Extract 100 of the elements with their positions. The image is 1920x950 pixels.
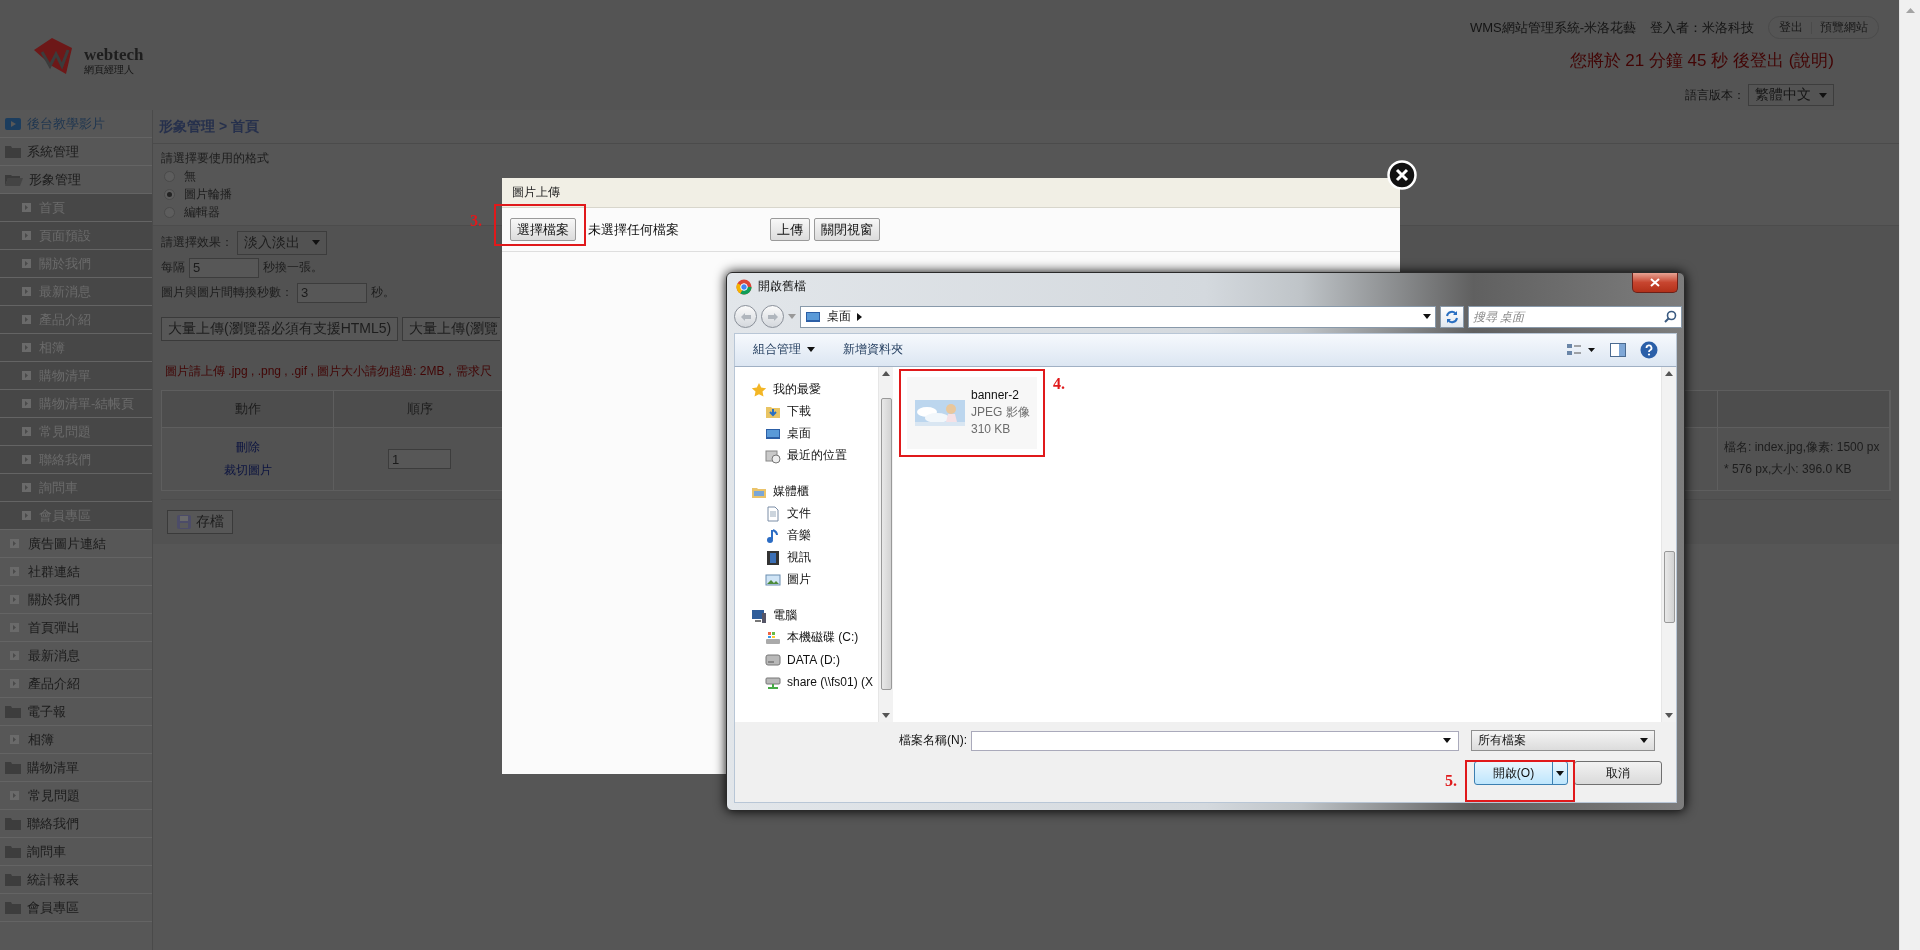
floppy-icon [176, 514, 192, 530]
nav-item[interactable]: share (\\fs01) (X [735, 670, 878, 693]
video-icon [5, 117, 21, 130]
bullet-icon [22, 371, 31, 380]
preview-pane-icon[interactable] [1610, 342, 1626, 357]
bullet-icon [10, 651, 19, 660]
cancel-button[interactable]: 取消 [1574, 761, 1662, 786]
step-number: 4. [1053, 374, 1065, 393]
caret-icon [1556, 770, 1564, 776]
nav-item[interactable]: 我的最愛 [735, 378, 878, 401]
bullet-icon [22, 455, 31, 464]
bullet-icon [22, 203, 31, 212]
open-button[interactable]: 開啟(O) [1474, 761, 1568, 786]
nav-item[interactable]: 電腦 [735, 604, 878, 627]
caret-icon [312, 240, 320, 245]
toolbar-button[interactable]: 新增資料夾 [843, 341, 903, 359]
bullet-icon [10, 791, 19, 800]
address-bar[interactable]: 桌面 [800, 305, 1436, 328]
nav-item[interactable]: 下載 [735, 400, 878, 423]
nav-item[interactable]: 本機磁碟 (C:) [735, 626, 878, 649]
caret-icon [1423, 314, 1431, 320]
search-field[interactable]: 搜尋 桌面 [1468, 305, 1682, 328]
back-button[interactable] [734, 305, 757, 329]
scroll-up-icon [1665, 370, 1673, 376]
file-item[interactable]: banner-2 JPEG 影像 310 KB [907, 376, 1037, 449]
file-type: JPEG 影像 [971, 404, 1030, 422]
help-icon[interactable] [1640, 340, 1658, 359]
history-caret-icon [788, 314, 796, 320]
toolbar-button[interactable]: 組合管理 [753, 341, 815, 359]
back-arrow-icon [740, 312, 751, 321]
scroll-thumb[interactable] [1663, 551, 1675, 624]
nav-item[interactable]: DATA (D:) [735, 648, 878, 671]
login-info: 登入者：米洛科技 [1650, 18, 1754, 37]
bullet-icon [22, 511, 31, 520]
transition-field[interactable]: 3 [297, 282, 367, 303]
order-field[interactable]: 1 [388, 449, 451, 469]
caret-icon [807, 347, 815, 353]
dialog-title: 開啟舊檔 [758, 278, 806, 296]
choose-file-button[interactable]: 選擇檔案 [510, 218, 576, 241]
system-drive-icon [765, 629, 781, 646]
scroll-thumb[interactable] [880, 398, 892, 691]
action-link[interactable]: 刪除 [235, 439, 260, 456]
forward-arrow-icon [767, 312, 778, 321]
view-icon[interactable] [1566, 341, 1596, 358]
modal-button[interactable]: 關閉視窗 [814, 218, 880, 241]
bullet-icon [10, 567, 19, 576]
scrollbar[interactable] [1661, 366, 1676, 723]
forward-button[interactable] [761, 305, 784, 329]
nav-item[interactable]: 桌面 [735, 422, 878, 445]
radio-button[interactable] [164, 188, 175, 200]
nav-item[interactable]: 音樂 [735, 524, 878, 547]
film-icon [765, 549, 781, 566]
scrollbar[interactable] [878, 366, 893, 723]
close-icon [1650, 278, 1660, 287]
nav-item[interactable]: 最近的位置 [735, 444, 878, 467]
bullet-icon [22, 259, 31, 268]
file-type-select[interactable]: 所有檔案 [1471, 730, 1655, 752]
nav-item[interactable]: 文件 [735, 502, 878, 525]
modal-button[interactable]: 上傳 [770, 218, 810, 241]
save-button[interactable]: 存檔 [167, 510, 233, 534]
bullet-icon [22, 483, 31, 492]
file-status: 未選擇任何檔案 [588, 220, 680, 239]
bullet-icon [10, 735, 19, 744]
nav-item[interactable]: 圖片 [735, 568, 878, 591]
bullet-icon [22, 427, 31, 436]
sidebar-item[interactable]: 相簿 [0, 726, 152, 754]
system-title: WMS網站管理系統-米洛花藝 [1469, 18, 1636, 37]
recent-places-icon [765, 447, 781, 464]
step-number: 3. [470, 212, 482, 230]
scroll-up-icon [882, 370, 890, 376]
filename-label: 檔案名稱(N): [898, 732, 968, 750]
logout-timer: 您將於 21 分鐘 45 秒 後登出 (說明) [1569, 50, 1834, 72]
star-icon [751, 381, 767, 398]
landscape-icon [765, 571, 781, 588]
scroll-up-icon[interactable] [1905, 8, 1915, 13]
bullet-icon [22, 343, 31, 352]
bullet-icon [22, 231, 31, 240]
scroll-down-icon [882, 713, 890, 719]
app-icon [736, 278, 752, 295]
nav-item[interactable]: 視訊 [735, 546, 878, 569]
action-link[interactable]: 裁切圖片 [223, 462, 272, 479]
caret-icon [1819, 92, 1827, 98]
bullet-icon [10, 623, 19, 632]
close-button[interactable] [1632, 273, 1678, 293]
drive-icon [765, 651, 781, 668]
interval-field[interactable]: 5 [189, 257, 259, 278]
bullet-icon [10, 539, 19, 548]
bullet-icon [22, 315, 31, 324]
nav-item[interactable]: 媒體櫃 [735, 480, 878, 503]
step-number: 5. [1445, 772, 1457, 791]
modal-title: 圖片上傳 [502, 178, 1400, 208]
document-icon [765, 505, 781, 522]
filename-field[interactable] [971, 730, 1459, 751]
file-name: banner-2 [971, 387, 1021, 405]
computer-icon [751, 607, 767, 624]
refresh-button[interactable] [1440, 305, 1464, 328]
refresh-icon [1445, 309, 1459, 324]
bullet-icon [10, 595, 19, 604]
bullet-icon [10, 679, 19, 688]
bullet-icon [22, 399, 31, 408]
